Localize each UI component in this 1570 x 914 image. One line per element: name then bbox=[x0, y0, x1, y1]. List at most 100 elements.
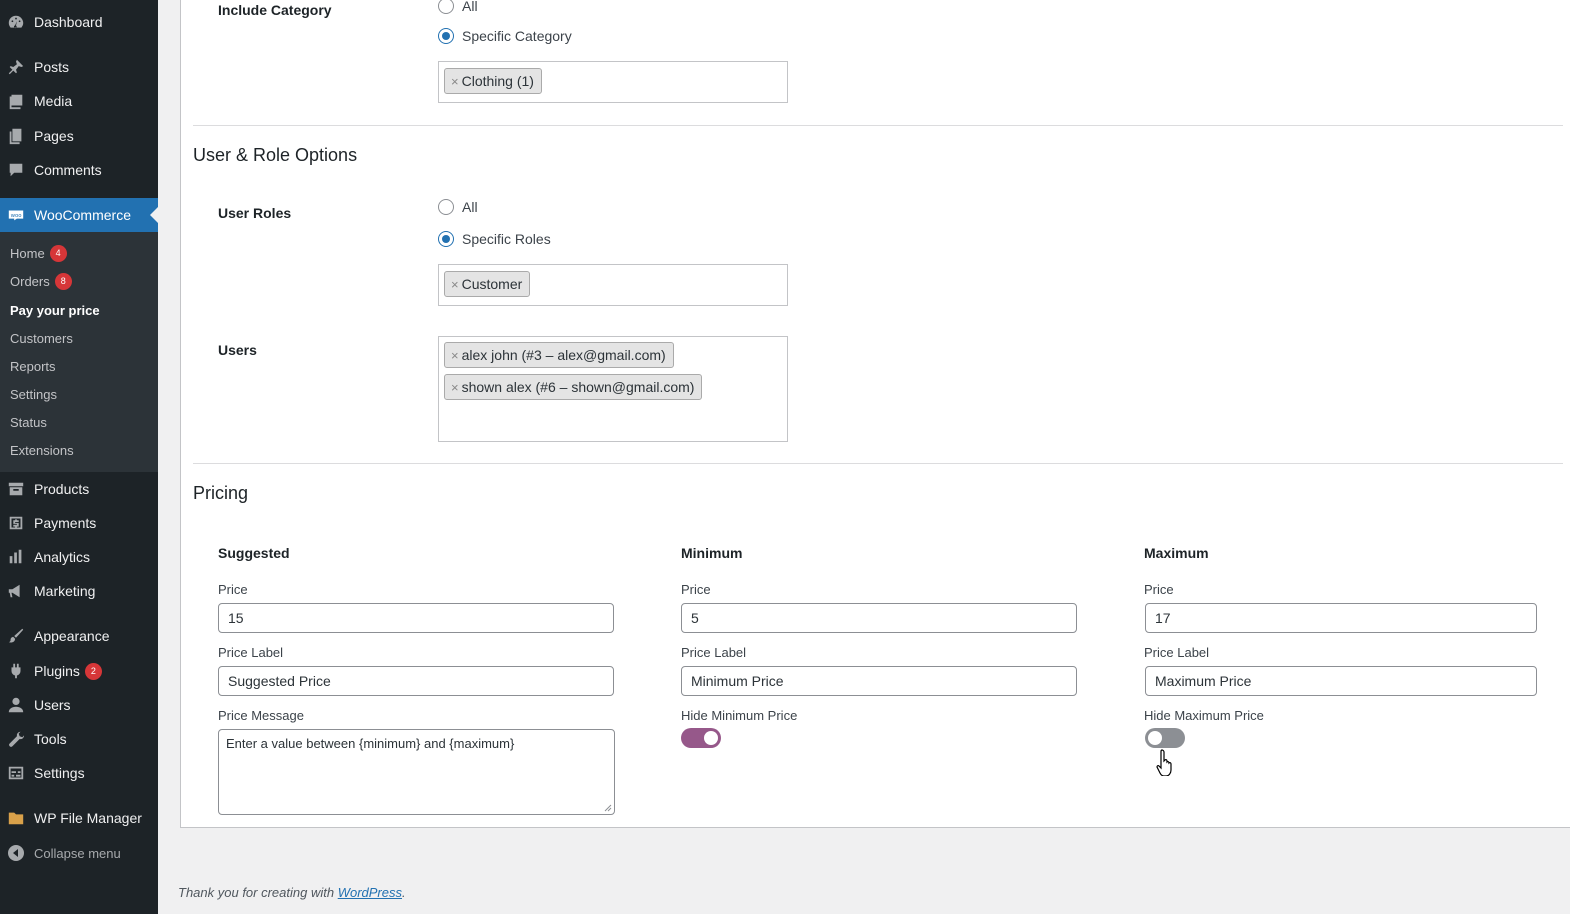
user-roles-specific-radio[interactable]: Specific Roles bbox=[438, 231, 551, 247]
user-roles-label: User Roles bbox=[218, 205, 292, 221]
minimum-title: Minimum bbox=[681, 545, 743, 561]
svg-text:woo: woo bbox=[11, 213, 22, 219]
remove-chip-icon[interactable]: × bbox=[451, 348, 459, 363]
chip-label: shown alex (#6 – shown@gmail.com) bbox=[461, 379, 695, 395]
collapse-arrow-icon bbox=[8, 845, 24, 861]
users-select[interactable]: × alex john (#3 – alex@gmail.com) × show… bbox=[438, 336, 788, 442]
admin-sidebar: Dashboard Posts Media Pages Comments woo… bbox=[0, 0, 158, 914]
hide-maximum-toggle[interactable] bbox=[1145, 728, 1185, 748]
hide-minimum-toggle[interactable] bbox=[681, 728, 721, 748]
suggested-title: Suggested bbox=[218, 545, 290, 561]
maximum-title: Maximum bbox=[1144, 545, 1209, 561]
footer-text: Thank you for creating with bbox=[178, 885, 338, 900]
menu-marketing[interactable]: Marketing bbox=[0, 574, 158, 608]
pages-icon bbox=[6, 126, 26, 146]
wordpress-link[interactable]: WordPress bbox=[338, 885, 402, 900]
menu-posts[interactable]: Posts bbox=[0, 50, 158, 84]
submenu-label: Orders bbox=[10, 273, 50, 289]
menu-settings[interactable]: Settings bbox=[0, 756, 158, 790]
maximum-price-label-input[interactable]: Maximum Price bbox=[1145, 666, 1537, 696]
menu-tools[interactable]: Tools bbox=[0, 722, 158, 756]
submenu-pay-your-price[interactable]: Pay your price bbox=[10, 300, 100, 320]
user-icon bbox=[6, 695, 26, 715]
remove-chip-icon[interactable]: × bbox=[451, 277, 459, 292]
user-chip: × shown alex (#6 – shown@gmail.com) bbox=[444, 374, 703, 400]
submenu-customers[interactable]: Customers bbox=[10, 328, 73, 348]
include-category-all-radio[interactable]: All bbox=[438, 0, 478, 14]
chip-label: Customer bbox=[461, 276, 523, 292]
radio-label: Specific Roles bbox=[462, 231, 551, 247]
submenu-settings[interactable]: Settings bbox=[10, 384, 57, 404]
radio-label: All bbox=[462, 0, 478, 14]
hide-minimum-label: Hide Minimum Price bbox=[681, 708, 798, 723]
menu-label: WP File Manager bbox=[34, 810, 142, 826]
submenu-label: Customers bbox=[10, 330, 73, 346]
menu-dashboard[interactable]: Dashboard bbox=[0, 5, 158, 39]
remove-chip-icon[interactable]: × bbox=[451, 380, 459, 395]
menu-label: Plugins bbox=[34, 663, 80, 679]
submenu-reports[interactable]: Reports bbox=[10, 356, 56, 376]
minimum-price-input[interactable]: 5 bbox=[681, 603, 1077, 633]
user-roles-all-radio[interactable]: All bbox=[438, 199, 478, 215]
paintbrush-icon bbox=[6, 626, 26, 646]
submenu-orders[interactable]: Orders 8 bbox=[10, 271, 72, 291]
chip-label: alex john (#3 – alex@gmail.com) bbox=[461, 347, 666, 363]
submenu-label: Status bbox=[10, 414, 47, 430]
menu-label: Products bbox=[34, 481, 90, 497]
notification-badge: 8 bbox=[54, 272, 72, 290]
menu-payments[interactable]: Payments bbox=[0, 506, 158, 540]
submenu-home[interactable]: Home 4 bbox=[10, 243, 67, 263]
price-message-textarea[interactable]: Enter a value between {minimum} and {max… bbox=[218, 729, 615, 815]
include-category-specific-radio[interactable]: Specific Category bbox=[438, 28, 572, 44]
maximum-price-label: Price bbox=[1144, 582, 1174, 597]
menu-label: Marketing bbox=[34, 583, 96, 599]
menu-woocommerce[interactable]: woo WooCommerce bbox=[0, 198, 158, 232]
suggested-price-label-input[interactable]: Suggested Price bbox=[218, 666, 614, 696]
settings-panel: Include Category All Specific Category ×… bbox=[180, 0, 1570, 828]
menu-label: WooCommerce bbox=[34, 207, 131, 223]
radio-circle bbox=[438, 0, 454, 14]
woocommerce-submenu: Home 4 Orders 8 Pay your price Customers… bbox=[0, 232, 158, 472]
menu-pages[interactable]: Pages bbox=[0, 119, 158, 153]
collapse-label: Collapse menu bbox=[34, 845, 121, 861]
radio-circle bbox=[438, 199, 454, 215]
folder-icon bbox=[6, 808, 26, 828]
minimum-price-label-input[interactable]: Minimum Price bbox=[681, 666, 1077, 696]
pricing-section-title: Pricing bbox=[193, 483, 249, 503]
menu-products[interactable]: Products bbox=[0, 472, 158, 506]
menu-appearance[interactable]: Appearance bbox=[0, 619, 158, 653]
section-divider bbox=[193, 463, 1563, 464]
resize-handle-icon[interactable] bbox=[604, 804, 612, 812]
radio-circle bbox=[438, 28, 454, 44]
menu-plugins[interactable]: Plugins 2 bbox=[0, 654, 158, 688]
admin-footer: Thank you for creating with WordPress. bbox=[178, 885, 406, 900]
submenu-status[interactable]: Status bbox=[10, 412, 47, 432]
menu-label: Dashboard bbox=[34, 14, 103, 30]
menu-comments[interactable]: Comments bbox=[0, 153, 158, 187]
menu-wp-file-manager[interactable]: WP File Manager bbox=[0, 801, 158, 835]
notification-badge: 4 bbox=[49, 244, 67, 262]
megaphone-icon bbox=[6, 581, 26, 601]
minimum-price-label: Price bbox=[681, 582, 711, 597]
include-category-label: Include Category bbox=[218, 2, 332, 18]
remove-chip-icon[interactable]: × bbox=[451, 74, 459, 89]
menu-media[interactable]: Media bbox=[0, 84, 158, 118]
sliders-icon bbox=[6, 763, 26, 783]
maximum-price-input[interactable]: 17 bbox=[1145, 603, 1537, 633]
submenu-label: Settings bbox=[10, 386, 57, 402]
suggested-price-label-label: Price Label bbox=[218, 645, 284, 660]
suggested-price-input[interactable]: 15 bbox=[218, 603, 614, 633]
pin-icon bbox=[6, 57, 26, 77]
hand-pointer-cursor-icon bbox=[1156, 749, 1172, 776]
radio-label: Specific Category bbox=[462, 28, 572, 44]
category-select[interactable]: × Clothing (1) bbox=[438, 61, 788, 103]
menu-label: Pages bbox=[34, 128, 74, 144]
radio-label: All bbox=[462, 199, 478, 215]
menu-users[interactable]: Users bbox=[0, 688, 158, 722]
submenu-extensions[interactable]: Extensions bbox=[10, 440, 74, 460]
menu-label: Settings bbox=[34, 765, 85, 781]
menu-analytics[interactable]: Analytics bbox=[0, 540, 158, 574]
toggle-knob bbox=[1148, 731, 1162, 745]
collapse-menu-button[interactable]: Collapse menu bbox=[0, 836, 158, 870]
roles-select[interactable]: × Customer bbox=[438, 264, 788, 306]
